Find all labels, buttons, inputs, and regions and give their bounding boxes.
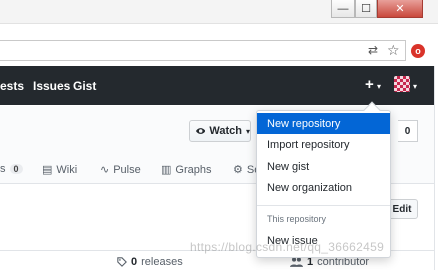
book-icon: ▤	[42, 164, 53, 176]
releases-label: releases	[141, 256, 183, 268]
tab-graphs[interactable]: ▥ Graphs	[161, 163, 212, 177]
releases-count: 0	[131, 256, 138, 268]
repo-count[interactable]: 0	[398, 120, 418, 142]
tab-pulse-label: Pulse	[113, 163, 141, 176]
tab-pulse[interactable]: ∿ Pulse	[100, 163, 141, 177]
gear-icon: ⚙	[233, 164, 243, 176]
maximize-button[interactable]: ☐	[355, 0, 377, 18]
dropdown-divider	[257, 205, 390, 206]
tab-graphs-label: Graphs	[175, 163, 212, 176]
minimize-icon: —	[337, 2, 349, 15]
bookmark-star-icon[interactable]: ☆	[387, 42, 400, 59]
avatar-caret-icon[interactable]: ▾	[413, 82, 417, 91]
close-button[interactable]: ✕	[377, 0, 423, 18]
watch-caret-icon: ▾	[245, 126, 250, 136]
address-bar[interactable]	[0, 40, 406, 61]
nav-pull-requests[interactable]: ests	[0, 79, 24, 93]
translate-icon[interactable]: ⇄	[368, 43, 378, 57]
watch-button[interactable]: Watch ▾	[189, 120, 251, 142]
nav-issues[interactable]: Issues	[33, 79, 70, 93]
tab-wiki-label: Wiki	[56, 163, 78, 176]
create-new-plus-icon[interactable]: +	[365, 76, 374, 93]
dropdown-section-header: This repository	[267, 214, 327, 224]
releases-link[interactable]: 0 releases	[117, 256, 183, 268]
eye-icon	[196, 128, 206, 134]
page-edge	[434, 66, 438, 270]
watch-label: Watch	[209, 125, 242, 137]
tab-issues-label: s	[0, 163, 6, 175]
menu-item-new-organization[interactable]: New organization	[257, 177, 390, 198]
people-icon	[290, 257, 303, 267]
menu-item-import-repository[interactable]: Import repository	[257, 134, 390, 155]
avatar[interactable]	[394, 76, 410, 92]
graph-icon: ▥	[161, 164, 172, 176]
tag-icon	[117, 257, 127, 267]
minimize-button[interactable]: —	[331, 0, 355, 18]
nav-gist[interactable]: Gist	[73, 79, 96, 93]
watermark: https://blog.csdn.net/qq_36662459	[190, 240, 385, 254]
extension-label: o	[415, 46, 421, 56]
tab-issues-counter: 0	[9, 164, 23, 174]
menu-item-new-gist[interactable]: New gist	[257, 156, 390, 177]
menu-item-new-repository[interactable]: New repository	[257, 113, 390, 134]
tab-wiki[interactable]: ▤ Wiki	[42, 163, 78, 177]
pulse-icon: ∿	[100, 164, 110, 176]
close-icon: ✕	[395, 3, 405, 15]
plus-caret-icon[interactable]: ▾	[377, 82, 381, 91]
extension-icon[interactable]: o	[411, 44, 425, 58]
tab-issues[interactable]: s 0	[0, 163, 23, 175]
maximize-icon: ☐	[361, 3, 371, 15]
